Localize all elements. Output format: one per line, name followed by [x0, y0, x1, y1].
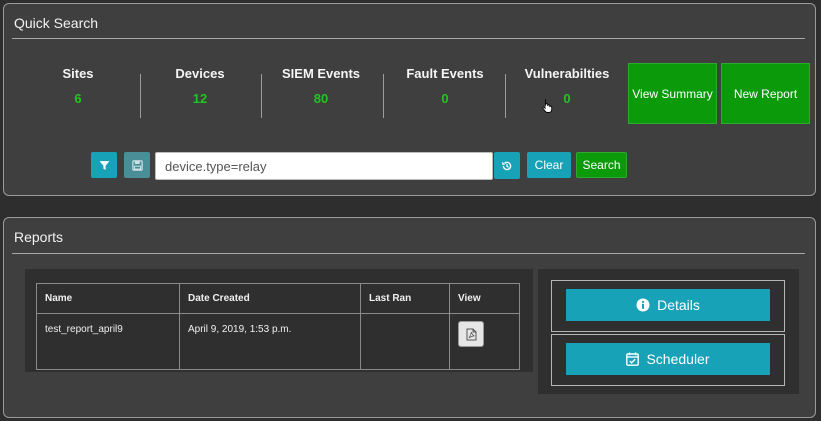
info-icon [636, 298, 650, 312]
stat-label: Sites [62, 66, 94, 81]
report-last-ran-cell [360, 313, 450, 370]
reports-table: Name Date Created Last Ran View test_rep… [36, 283, 520, 370]
stat-vulnerabilities: Vulnerabilties 0 [512, 66, 622, 106]
column-header-name: Name [36, 283, 180, 314]
scheduler-button[interactable]: Scheduler [566, 343, 770, 375]
history-button[interactable] [494, 152, 520, 179]
stat-divider [505, 74, 506, 118]
filter-button[interactable] [91, 152, 117, 178]
reports-table-container: Name Date Created Last Ran View test_rep… [25, 269, 533, 372]
stat-label: Devices [175, 66, 225, 81]
column-header-date-created: Date Created [179, 283, 361, 314]
reports-title: Reports [14, 229, 64, 245]
stat-value: 0 [563, 91, 571, 106]
stat-fault-events: Fault Events 0 [390, 66, 500, 106]
clear-button[interactable]: Clear [527, 152, 571, 178]
stat-devices: Devices 12 [145, 66, 255, 106]
calendar-check-icon [626, 352, 640, 366]
filter-icon [99, 160, 109, 170]
stat-value: 6 [74, 91, 82, 106]
column-header-last-ran: Last Ran [360, 283, 450, 314]
stat-value: 12 [192, 91, 208, 106]
report-name-cell: test_report_april9 [36, 313, 180, 370]
pdf-icon [466, 328, 476, 340]
stat-sites: Sites 6 [23, 66, 133, 106]
scheduler-box: Scheduler [551, 334, 785, 386]
report-view-cell [449, 313, 520, 370]
history-icon [502, 161, 512, 170]
table-row: test_report_april9 April 9, 2019, 1:53 p… [36, 313, 520, 370]
stat-label: SIEM Events [281, 66, 361, 81]
search-button[interactable]: Search [576, 152, 627, 178]
divider [12, 253, 805, 254]
divider [12, 38, 805, 39]
stat-divider [383, 74, 384, 118]
save-icon [131, 159, 143, 171]
report-actions-container: Details Scheduler [538, 269, 799, 394]
quick-search-panel: Quick Search Sites 6 Devices 12 SIEM Eve… [3, 3, 816, 196]
hand-cursor-icon [542, 99, 553, 113]
stat-value: 0 [441, 91, 449, 106]
view-pdf-button[interactable] [458, 321, 484, 347]
stat-siem-events: SIEM Events 80 [266, 66, 376, 106]
details-label: Details [657, 297, 700, 313]
stat-divider [261, 74, 262, 118]
table-header-row: Name Date Created Last Ran View [36, 283, 520, 314]
stat-divider [140, 74, 141, 118]
reports-panel: Reports Name Date Created Last Ran View … [3, 217, 816, 418]
stat-label: Vulnerabilties [524, 66, 610, 81]
stat-value: 80 [313, 91, 329, 106]
stat-label: Fault Events [406, 66, 484, 81]
quick-search-title: Quick Search [14, 15, 99, 31]
column-header-view: View [449, 283, 520, 314]
view-summary-button[interactable]: View Summary [628, 63, 717, 124]
scheduler-label: Scheduler [646, 351, 710, 367]
details-button[interactable]: Details [566, 289, 770, 321]
report-date-cell: April 9, 2019, 1:53 p.m. [179, 313, 361, 370]
new-report-button[interactable]: New Report [721, 63, 810, 124]
search-input[interactable] [155, 152, 493, 180]
details-box: Details [551, 280, 785, 332]
save-button[interactable] [124, 152, 150, 178]
